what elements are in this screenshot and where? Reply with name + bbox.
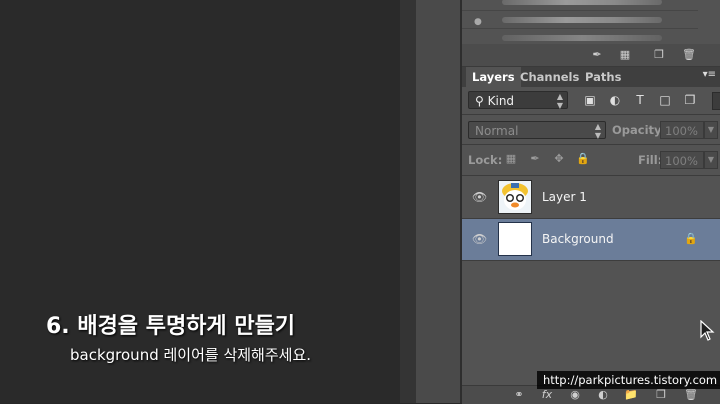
brush-tool-icon[interactable]: ✒ bbox=[590, 48, 604, 62]
caption-subtitle: background 레이어를 삭제해주세요. bbox=[70, 346, 312, 364]
tab-channels[interactable]: Channels bbox=[514, 67, 585, 87]
brush-stroke-preview bbox=[502, 35, 662, 41]
stepper-arrows-icon: ▲ ▼ bbox=[556, 92, 563, 110]
canvas-scroll-gutter bbox=[400, 0, 416, 403]
layers-panel-dock: ● ✒ ▦ ❐ 🗑 Layers Channels Paths ▾≡ ⚲ Kin… bbox=[462, 0, 720, 404]
fill-label: Fill: bbox=[638, 153, 663, 167]
opacity-field[interactable]: 100% bbox=[660, 121, 704, 139]
pasteboard bbox=[416, 0, 462, 403]
smart-object-filter-icon[interactable]: ❐ bbox=[682, 92, 698, 108]
tab-paths[interactable]: Paths bbox=[579, 67, 627, 87]
stepper-arrows-icon: ▲ ▼ bbox=[594, 122, 601, 140]
image-filter-icon[interactable]: ▣ bbox=[582, 92, 598, 108]
visibility-eye-icon[interactable]: 👁 bbox=[472, 232, 487, 246]
trash-icon[interactable]: 🗑 bbox=[682, 48, 696, 62]
adjustment-icon[interactable]: ◐ bbox=[596, 388, 610, 402]
new-layer-icon[interactable]: ❐ bbox=[654, 388, 668, 402]
tab-layers[interactable]: Layers bbox=[466, 67, 521, 87]
layer-name: Background bbox=[542, 232, 614, 246]
fx-icon[interactable]: fx bbox=[540, 388, 554, 402]
watermark: http://parkpictures.tistory.com bbox=[537, 371, 720, 389]
brush-tip-icon: ● bbox=[474, 17, 482, 27]
layer-name: Layer 1 bbox=[542, 190, 587, 204]
filter-kind-select[interactable]: ⚲ Kind ▲ ▼ bbox=[468, 91, 568, 110]
mask-icon[interactable]: ◉ bbox=[568, 388, 582, 402]
divider bbox=[462, 175, 720, 176]
layer-thumbnail bbox=[498, 180, 532, 214]
visibility-eye-icon[interactable]: 👁 bbox=[472, 190, 487, 204]
lock-icon[interactable]: 🔒 bbox=[684, 232, 698, 245]
layer-row-layer-1[interactable]: 👁 Layer 1 bbox=[462, 177, 720, 219]
penguin-character-icon bbox=[499, 181, 531, 213]
folder-icon[interactable]: 📁 bbox=[624, 388, 638, 402]
trash-icon[interactable]: 🗑 bbox=[684, 388, 698, 402]
brush-stroke-preview bbox=[502, 0, 662, 5]
layer-thumbnail bbox=[498, 222, 532, 256]
divider bbox=[462, 144, 720, 145]
brush-presets-panel: ● bbox=[462, 0, 720, 45]
brush-preset-row[interactable]: ● bbox=[462, 10, 698, 29]
divider bbox=[462, 114, 720, 115]
brush-stroke-preview bbox=[502, 17, 662, 23]
lock-all-icon[interactable]: 🔒 bbox=[576, 152, 590, 166]
panel-tabs: Layers Channels Paths ▾≡ bbox=[462, 67, 720, 87]
panel-menu-icon[interactable]: ▾≡ bbox=[703, 69, 716, 80]
type-filter-icon[interactable]: T bbox=[632, 92, 648, 108]
shape-filter-icon[interactable]: □ bbox=[657, 92, 673, 108]
blend-mode-value: Normal bbox=[475, 124, 519, 138]
opacity-label: Opacity: bbox=[612, 123, 667, 137]
caption-title: 6. 배경을 투명하게 만들기 bbox=[46, 314, 296, 339]
document-canvas[interactable] bbox=[0, 0, 400, 403]
fill-field[interactable]: 100% bbox=[660, 151, 704, 169]
blend-mode-select[interactable]: Normal ▲ ▼ bbox=[468, 121, 606, 140]
opacity-dropdown-icon[interactable]: ▼ bbox=[704, 121, 718, 139]
search-icon: ⚲ bbox=[475, 94, 484, 108]
filter-kind-label: Kind bbox=[487, 94, 515, 108]
filter-toggle-switch[interactable] bbox=[712, 92, 720, 110]
brush-panel-footer: ✒ ▦ ❐ 🗑 bbox=[462, 44, 720, 67]
link-icon[interactable]: ⚭ bbox=[512, 388, 526, 402]
adjustment-filter-icon[interactable]: ◐ bbox=[607, 92, 623, 108]
layer-row-background[interactable]: 👁 Background 🔒 bbox=[462, 219, 720, 261]
lock-label: Lock: bbox=[468, 153, 503, 167]
mouse-cursor-icon bbox=[700, 320, 715, 341]
new-preset-icon[interactable]: ❐ bbox=[652, 48, 666, 62]
lock-image-pixels-icon[interactable]: ✒ bbox=[528, 152, 542, 166]
lock-position-icon[interactable]: ✥ bbox=[552, 152, 566, 166]
grid-icon[interactable]: ▦ bbox=[618, 48, 632, 62]
fill-dropdown-icon[interactable]: ▼ bbox=[704, 151, 718, 169]
lock-transparent-pixels-icon[interactable]: ▦ bbox=[504, 152, 518, 166]
